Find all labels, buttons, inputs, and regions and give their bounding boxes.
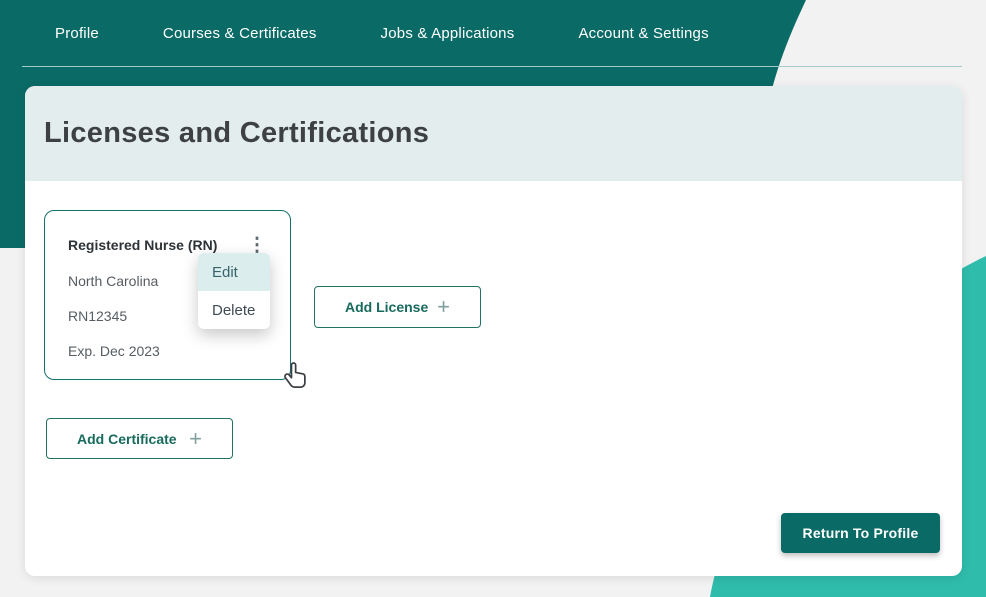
nav-item-courses-certificates[interactable]: Courses & Certificates: [163, 25, 317, 42]
plus-icon: +: [437, 296, 450, 318]
nav-item-jobs-applications[interactable]: Jobs & Applications: [381, 25, 515, 42]
nav-item-profile[interactable]: Profile: [55, 25, 99, 42]
panel-header: Licenses and Certifications: [25, 86, 962, 181]
menu-item-edit[interactable]: Edit: [198, 253, 270, 291]
license-context-menu: Edit Delete: [198, 253, 270, 329]
nav-underline-divider: [22, 66, 962, 67]
license-number: RN12345: [68, 308, 127, 324]
return-to-profile-label: Return To Profile: [803, 525, 919, 541]
top-navigation: Profile Courses & Certificates Jobs & Ap…: [0, 0, 810, 66]
license-title: Registered Nurse (RN): [68, 237, 217, 253]
add-certificate-button[interactable]: Add Certificate +: [46, 418, 233, 459]
add-certificate-label: Add Certificate: [77, 431, 177, 447]
plus-icon: +: [189, 428, 202, 450]
license-state: North Carolina: [68, 273, 158, 289]
licenses-certifications-panel: Licenses and Certifications Registered N…: [25, 86, 962, 576]
app-screen: Profile Courses & Certificates Jobs & Ap…: [0, 0, 986, 597]
add-license-label: Add License: [345, 299, 428, 315]
page-title: Licenses and Certifications: [44, 117, 429, 150]
return-to-profile-button[interactable]: Return To Profile: [781, 513, 940, 553]
add-license-button[interactable]: Add License +: [314, 286, 481, 328]
license-expiry: Exp. Dec 2023: [68, 343, 160, 359]
menu-item-delete[interactable]: Delete: [198, 291, 270, 329]
nav-item-account-settings[interactable]: Account & Settings: [578, 25, 708, 42]
